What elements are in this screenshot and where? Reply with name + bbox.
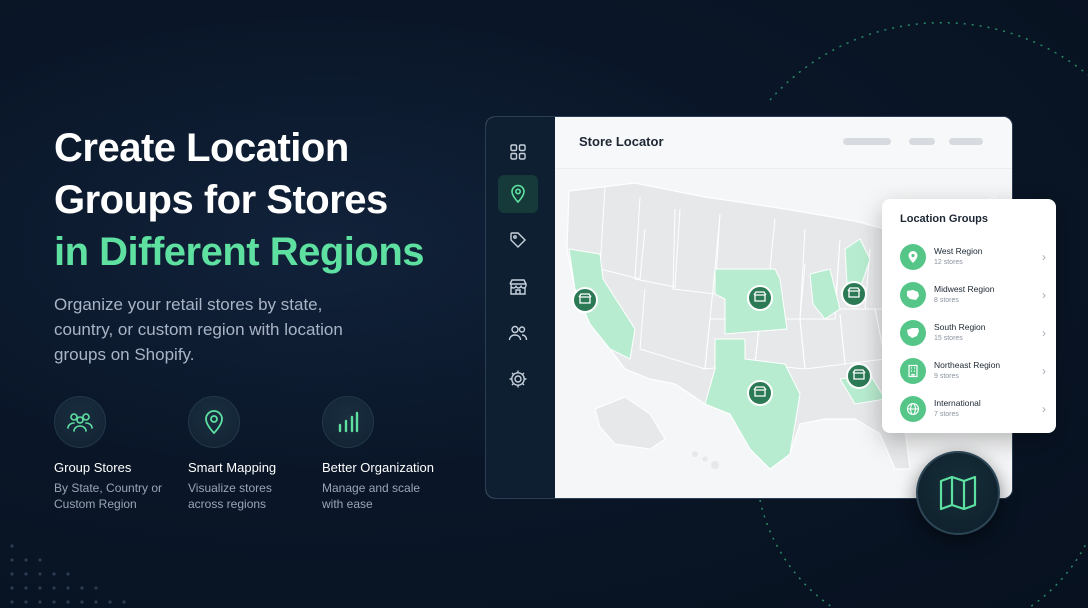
- group-name: Midwest Region: [934, 284, 995, 294]
- grid-icon: [510, 144, 526, 160]
- feature-smart-mapping: Smart Mapping Visualize stores across re…: [188, 396, 318, 512]
- bar-chart-icon: [322, 396, 374, 448]
- group-count: 12 stores: [934, 259, 963, 266]
- group-name: Northeast Region: [934, 360, 1001, 370]
- feature-desc: Manage and scale with ease: [322, 481, 421, 511]
- group-count: 9 stores: [934, 373, 959, 380]
- group-count: 8 stores: [934, 297, 959, 304]
- topbar: Store Locator: [555, 117, 1012, 169]
- map-pin-icon: [900, 244, 926, 270]
- page-title: Store Locator: [579, 134, 664, 149]
- chevron-right-icon: ›: [1042, 288, 1046, 302]
- map-fab-button[interactable]: [916, 451, 1000, 535]
- sidebar-item-locations[interactable]: [498, 175, 538, 213]
- decorative-dot-grid: [10, 544, 126, 604]
- topbar-placeholder-bar: [949, 138, 983, 145]
- feature-desc: By State, Country or Custom Region: [54, 481, 163, 511]
- group-count: 7 stores: [934, 411, 959, 418]
- users-icon: [508, 325, 528, 341]
- chevron-right-icon: ›: [1042, 364, 1046, 378]
- store-marker-west: [572, 287, 598, 313]
- group-name: South Region: [934, 322, 986, 332]
- chevron-right-icon: ›: [1042, 250, 1046, 264]
- chevron-right-icon: ›: [1042, 326, 1046, 340]
- feature-group-stores: Group Stores By State, Country or Custom…: [54, 396, 184, 512]
- store-marker-southeast: [846, 363, 872, 389]
- headline-line-3: in Different Regions: [54, 230, 425, 274]
- headline-line-2: Groups for Stores: [54, 178, 388, 222]
- sidebar-item-tags[interactable]: [498, 221, 538, 259]
- sidebar-item-users[interactable]: [498, 314, 538, 352]
- sidebar-item-stores[interactable]: [498, 268, 538, 306]
- sidebar: [486, 117, 555, 498]
- chevron-right-icon: ›: [1042, 402, 1046, 416]
- store-marker-midwest: [747, 285, 773, 311]
- location-group-row[interactable]: South Region 15 stores ›: [900, 318, 1046, 348]
- feature-title: Better Organization: [322, 460, 435, 475]
- group-count: 15 stores: [934, 335, 963, 342]
- location-groups-title: Location Groups: [900, 213, 988, 225]
- topbar-placeholder-bar: [843, 138, 891, 145]
- group-name: International: [934, 398, 981, 408]
- store-marker-south: [747, 380, 773, 406]
- hawaii: [692, 451, 719, 469]
- location-groups-card: Location Groups West Region 12 stores › …: [882, 199, 1056, 433]
- gear-icon: [509, 370, 527, 388]
- feature-title: Smart Mapping: [188, 460, 277, 475]
- alaska: [594, 396, 666, 450]
- globe-icon: [900, 396, 926, 422]
- state-shape-icon: [900, 320, 926, 346]
- subtext: Organize your retail stores by state, co…: [54, 295, 343, 364]
- map-pin-icon: [511, 184, 525, 204]
- sidebar-item-settings[interactable]: [498, 360, 538, 398]
- feature-desc: Visualize stores across regions: [188, 481, 272, 511]
- group-name: West Region: [934, 246, 983, 256]
- sidebar-item-dashboard[interactable]: [498, 133, 538, 171]
- topbar-placeholder-bar: [909, 138, 935, 145]
- location-group-row[interactable]: Midwest Region 8 stores ›: [900, 280, 1046, 310]
- store-icon: [509, 279, 527, 295]
- feature-better-organization: Better Organization Manage and scale wit…: [322, 396, 452, 512]
- hero-canvas: Create Location Groups for Stores in Dif…: [0, 0, 1088, 608]
- group-icon: [54, 396, 106, 448]
- location-group-row[interactable]: International 7 stores ›: [900, 394, 1046, 424]
- building-icon: [900, 358, 926, 384]
- location-group-row[interactable]: West Region 12 stores ›: [900, 242, 1046, 272]
- folded-map-icon: [939, 475, 977, 511]
- headline-line-1: Create Location: [54, 126, 349, 170]
- tag-icon: [510, 232, 526, 248]
- map-pin-icon: [188, 396, 240, 448]
- headline: Create Location Groups for Stores in Dif…: [54, 122, 474, 278]
- features: Group Stores By State, Country or Custom…: [54, 396, 474, 516]
- feature-title: Group Stores: [54, 460, 132, 475]
- store-marker-great-lakes: [841, 281, 867, 307]
- state-shape-icon: [900, 282, 926, 308]
- location-group-row[interactable]: Northeast Region 9 stores ›: [900, 356, 1046, 386]
